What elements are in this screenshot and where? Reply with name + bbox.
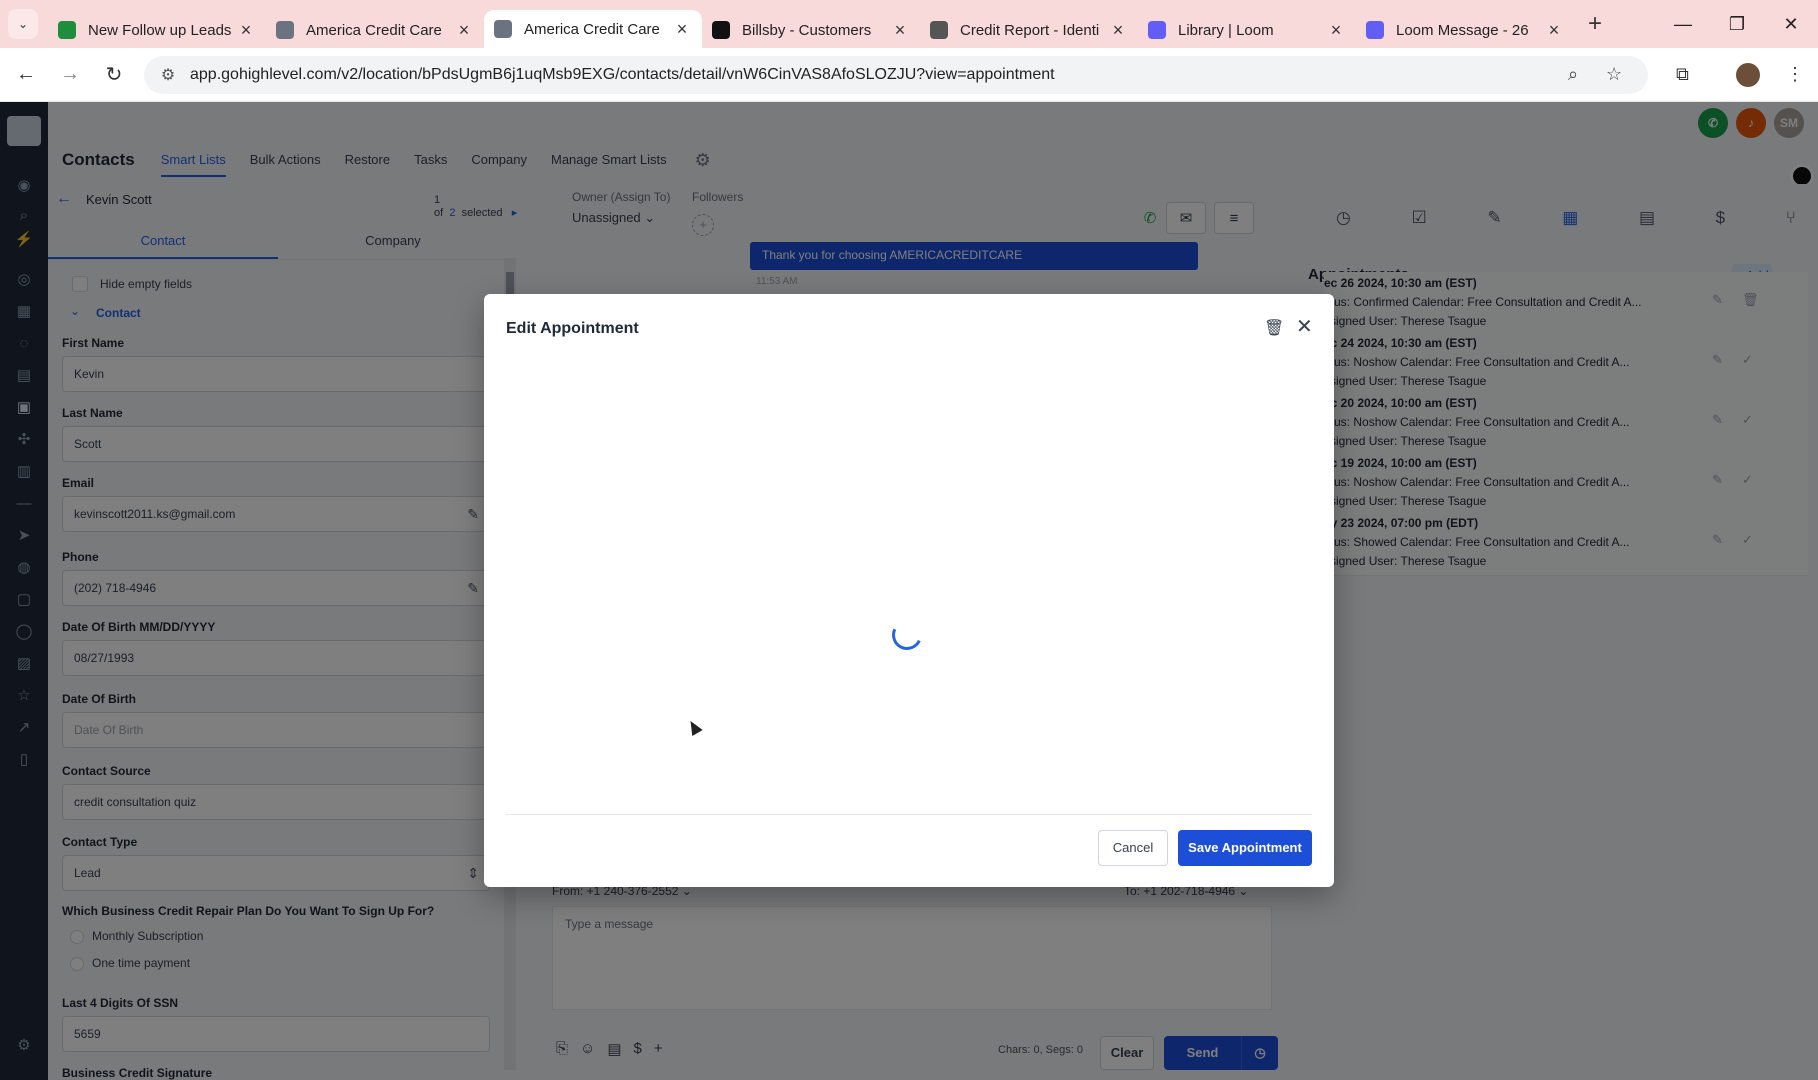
tab-close-icon[interactable]: × — [236, 20, 256, 41]
globe-icon — [930, 21, 948, 39]
tab-close-icon[interactable]: × — [672, 19, 692, 40]
browser-tab[interactable]: Library | Loom × — [1138, 12, 1356, 48]
back-icon[interactable]: ← — [8, 57, 44, 93]
modal-title: Edit Appointment — [506, 320, 639, 337]
acc-logo-icon — [494, 20, 512, 38]
browser-tab-bar: ⌄ New Follow up Leads × America Credit Car… — [0, 0, 1818, 48]
forward-icon[interactable]: → — [52, 57, 88, 93]
tab-close-icon[interactable]: × — [1544, 20, 1564, 41]
loom-icon — [1366, 21, 1384, 39]
reload-icon[interactable]: ↻ — [96, 57, 132, 93]
tab-search-button[interactable]: ⌄ — [8, 9, 38, 39]
billsby-icon — [712, 21, 730, 39]
loading-spinner — [887, 615, 927, 655]
tab-title: Library | Loom — [1178, 21, 1274, 39]
tab-close-icon[interactable]: × — [1326, 20, 1346, 41]
loom-icon — [1148, 21, 1166, 39]
browser-tab[interactable]: New Follow up Leads × — [48, 12, 266, 48]
browser-tab[interactable]: Billsby - Customers × — [702, 12, 920, 48]
close-icon[interactable]: ✕ — [1296, 314, 1313, 339]
tab-title: Credit Report - Identi — [960, 21, 1100, 39]
cancel-button[interactable]: Cancel — [1098, 830, 1168, 866]
bookmark-star-icon[interactable]: ☆ — [1606, 64, 1622, 85]
omnibox[interactable]: ⚙ app.gohighlevel.com/v2/location/bPdsUg… — [144, 56, 1648, 94]
tab-title: Loom Message - 26 — [1396, 21, 1529, 39]
close-window-button[interactable]: ✕ — [1764, 0, 1818, 48]
extensions-icon[interactable]: ⧉ — [1676, 64, 1689, 85]
tab-title: New Follow up Leads — [88, 21, 232, 39]
tab-title: America Credit Care — [306, 21, 442, 39]
browser-tab[interactable]: Credit Report - Identi × — [920, 12, 1138, 48]
tab-strip: New Follow up Leads × America Credit Care ×… — [48, 0, 1574, 48]
zoom-icon[interactable]: ⌕ — [1568, 64, 1578, 85]
site-info-icon[interactable]: ⚙ — [150, 65, 186, 85]
minimize-button[interactable]: — — [1656, 0, 1710, 48]
tab-close-icon[interactable]: × — [454, 20, 474, 41]
trash-icon[interactable]: 🗑 — [1264, 318, 1284, 338]
tab-close-icon[interactable]: × — [1108, 20, 1128, 41]
profile-avatar[interactable] — [1736, 63, 1760, 87]
address-bar-row: ← → ↻ ⚙ app.gohighlevel.com/v2/location/… — [0, 48, 1818, 102]
new-tab-button[interactable]: + — [1588, 10, 1602, 38]
edit-appointment-modal: Edit Appointment 🗑 ✕ Cancel Save Appoint… — [484, 294, 1334, 887]
tab-title: America Credit Care — [524, 20, 660, 38]
window-controls: — ❐ ✕ — [1656, 0, 1818, 48]
save-appointment-button[interactable]: Save Appointment — [1178, 830, 1312, 866]
modal-divider — [506, 814, 1312, 815]
restore-button[interactable]: ❐ — [1710, 0, 1764, 48]
browser-tab[interactable]: America Credit Care × — [266, 12, 484, 48]
url-text: app.gohighlevel.com/v2/location/bPdsUgmB… — [190, 66, 1055, 83]
browser-tab[interactable]: America Credit Care × — [484, 10, 702, 48]
tab-title: Billsby - Customers — [742, 21, 872, 39]
browser-tab[interactable]: Loom Message - 26 × — [1356, 12, 1574, 48]
tab-close-icon[interactable]: × — [890, 20, 910, 41]
browser-menu-icon[interactable]: ⋮ — [1786, 64, 1804, 85]
acc-logo-icon — [276, 21, 294, 39]
sheets-icon — [58, 21, 76, 39]
